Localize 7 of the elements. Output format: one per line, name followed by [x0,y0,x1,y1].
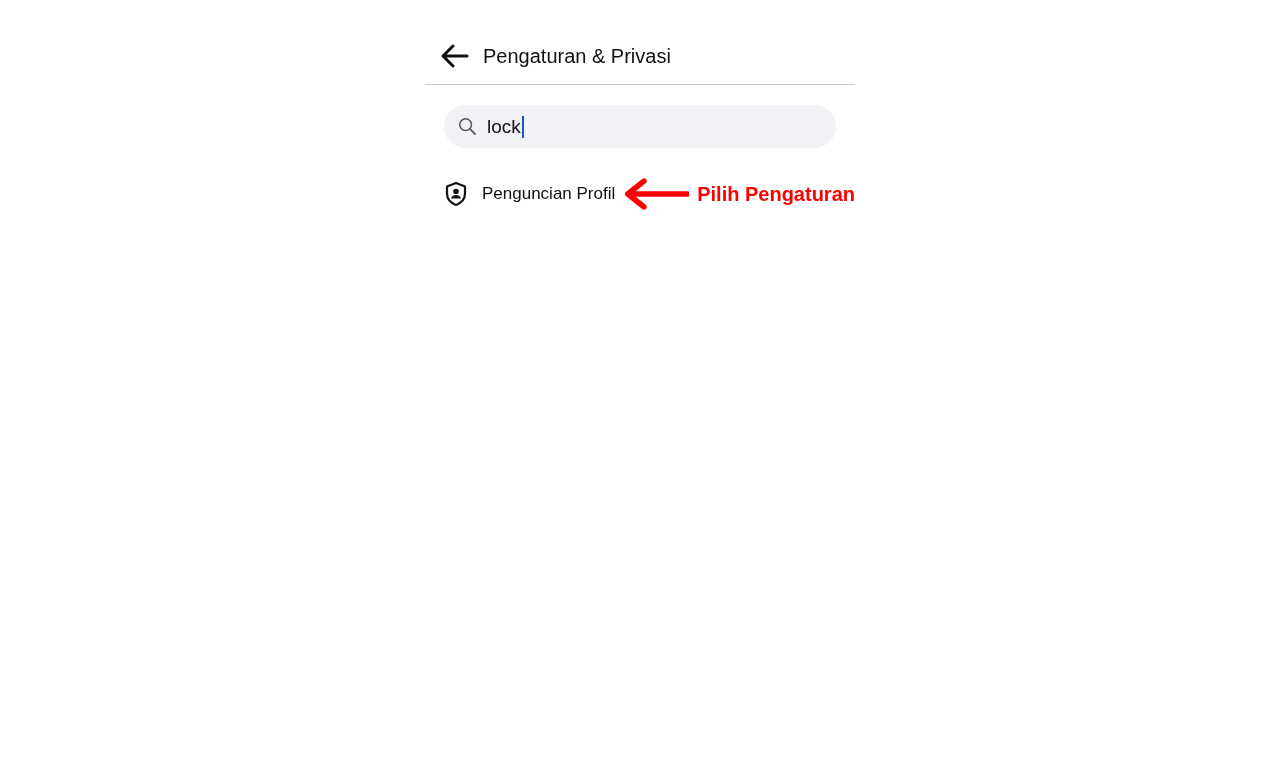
search-result-item[interactable]: Penguncian Profil [444,181,616,207]
search-field[interactable]: lock [444,105,836,148]
shield-person-icon [444,181,468,207]
back-arrow-icon[interactable] [441,44,469,68]
search-icon [458,117,477,136]
page-title: Pengaturan & Privasi [483,44,671,68]
annotation-label: Pilih Pengaturan [697,182,855,206]
